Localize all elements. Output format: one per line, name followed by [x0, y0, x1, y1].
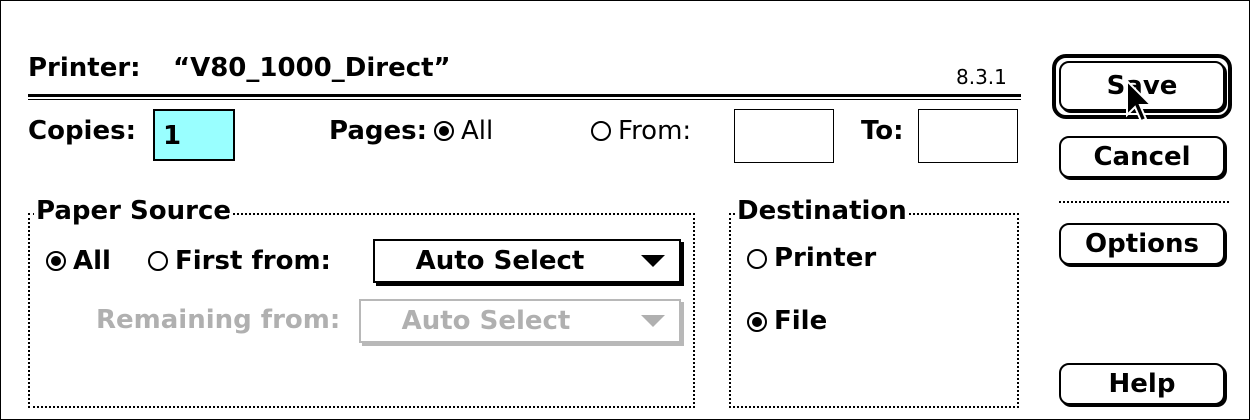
destination-file-radio[interactable]	[747, 312, 767, 332]
triangle-down-icon	[641, 255, 665, 267]
destination-title: Destination	[735, 196, 909, 226]
remaining-from-label: Remaining from:	[96, 305, 341, 335]
title-divider	[28, 94, 1021, 97]
copies-field[interactable]: 1	[153, 109, 235, 161]
remaining-from-popup[interactable]: Auto Select	[359, 299, 681, 343]
arrow-cursor-icon	[1126, 79, 1154, 123]
pages-all-radio[interactable]	[434, 121, 454, 141]
copies-label: Copies:	[28, 116, 136, 146]
pages-from-label: From:	[618, 116, 692, 146]
pages-label: Pages:	[329, 116, 428, 146]
printer-label: Printer:	[28, 53, 141, 83]
pages-to-field[interactable]	[918, 109, 1018, 163]
destination-printer-radio[interactable]	[747, 249, 767, 269]
pages-to-label: To:	[861, 116, 904, 146]
paper-source-all-radio[interactable]	[46, 251, 66, 271]
options-button[interactable]: Options	[1059, 223, 1225, 265]
copies-value: 1	[163, 121, 182, 151]
print-dialog: Printer: “V80_1000_Direct” 8.3.1 Copies:…	[0, 0, 1250, 420]
first-from-value: Auto Select	[415, 246, 585, 276]
destination-file-label: File	[774, 306, 828, 336]
printer-name: “V80_1000_Direct”	[173, 53, 451, 83]
paper-source-title: Paper Source	[34, 196, 233, 226]
help-button[interactable]: Help	[1059, 363, 1225, 405]
first-from-popup[interactable]: Auto Select	[373, 239, 681, 283]
pages-all-label: All	[461, 116, 494, 146]
remaining-from-value: Auto Select	[401, 306, 571, 336]
button-separator	[1059, 201, 1229, 203]
triangle-down-icon	[641, 315, 665, 327]
paper-source-all-label: All	[73, 246, 111, 276]
title-divider-thin	[28, 99, 1021, 100]
first-from-radio[interactable]	[148, 251, 168, 271]
cancel-button[interactable]: Cancel	[1059, 136, 1225, 178]
version-label: 8.3.1	[956, 65, 1007, 89]
pages-from-radio[interactable]	[591, 121, 611, 141]
first-from-label: First from:	[175, 246, 331, 276]
pages-from-field[interactable]	[734, 109, 834, 163]
destination-printer-label: Printer	[774, 243, 877, 273]
